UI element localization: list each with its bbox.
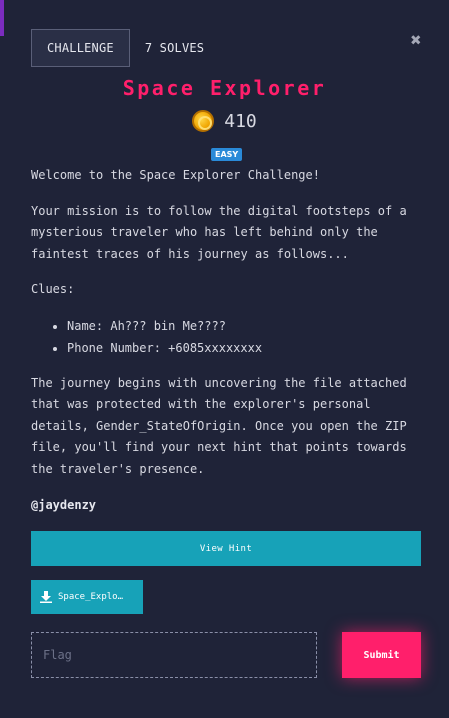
author-handle: @jaydenzy	[31, 498, 97, 512]
challenge-modal: CHALLENGE 7 SOLVES ✖ Space Explorer 410 …	[0, 0, 449, 718]
close-icon[interactable]: ✖	[408, 32, 424, 50]
clue-item: Phone Number: +6085xxxxxxxx	[67, 337, 421, 359]
file-name: Space_Explo…	[58, 592, 124, 602]
clues-list: Name: Ah??? bin Me???? Phone Number: +60…	[67, 315, 421, 359]
view-hint-button[interactable]: View Hint	[31, 531, 421, 566]
file-download-button[interactable]: Space_Explo…	[31, 580, 143, 614]
difficulty-badge: EASY	[211, 148, 243, 161]
tab-solves[interactable]: 7 SOLVES	[130, 29, 219, 67]
tab-challenge[interactable]: CHALLENGE	[31, 29, 130, 67]
challenge-description: Welcome to the Space Explorer Challenge!…	[31, 165, 421, 494]
clue-item: Name: Ah??? bin Me????	[67, 315, 421, 337]
download-icon	[40, 591, 52, 603]
submit-button[interactable]: Submit	[342, 632, 421, 678]
clues-heading: Clues:	[31, 282, 75, 296]
coin-icon	[192, 110, 215, 132]
corner-accent	[0, 0, 4, 36]
challenge-points: 410	[0, 110, 449, 132]
challenge-title: Space Explorer	[122, 76, 327, 100]
modal-tabs: CHALLENGE 7 SOLVES	[31, 29, 219, 67]
points-value: 410	[224, 110, 257, 132]
description-intro: Welcome to the Space Explorer Challenge!	[31, 168, 320, 182]
description-journey: The journey begins with uncovering the f…	[31, 375, 407, 476]
description-mission: Your mission is to follow the digital fo…	[31, 203, 407, 261]
flag-input[interactable]	[31, 632, 317, 678]
